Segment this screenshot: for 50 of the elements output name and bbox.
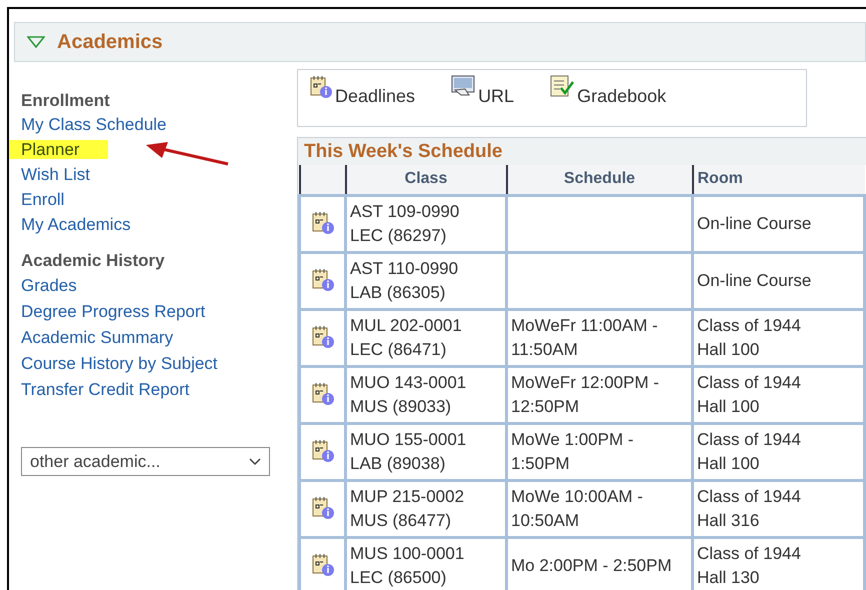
sidebar-link[interactable]: Transfer Credit Report — [21, 380, 190, 399]
sidebar-link[interactable]: Course History by Subject — [21, 354, 218, 373]
table-cell: Class of 1944 Hall 316 — [692, 480, 864, 537]
table-cell: On-line Course — [692, 252, 864, 309]
calendar-info-icon[interactable] — [312, 325, 334, 350]
monitor-icon[interactable] — [451, 75, 476, 97]
table-cell: Class of 1944 Hall 100 — [692, 366, 864, 423]
calendar-info-icon[interactable] — [312, 211, 334, 236]
table-cell: On-line Course — [692, 195, 864, 252]
calendar-info-icon[interactable] — [312, 496, 334, 520]
calendar-info-icon[interactable] — [312, 553, 334, 578]
column-header: Class — [346, 165, 506, 195]
calendar-info-icon[interactable] — [312, 439, 334, 464]
table-cell: MoWeFr 11:00AM - 11:50AM — [506, 309, 692, 366]
sidebar-link[interactable]: My Academics — [21, 215, 131, 234]
sidebar-link[interactable]: Academic Summary — [21, 328, 174, 347]
sidebar-link[interactable]: Planner — [9, 140, 108, 159]
table-cell: Class of 1944 Hall 100 — [692, 309, 864, 366]
table-cell: MUO 143-0001 MUS (89033) — [346, 366, 506, 423]
section-heading: Academic History — [21, 250, 166, 272]
calendar-info-icon[interactable] — [312, 382, 334, 406]
table-cell: AST 110-0990 LAB (86305) — [346, 252, 506, 309]
sidebar-link[interactable]: My Class Schedule — [21, 115, 167, 134]
toolbar-link[interactable]: Gradebook — [550, 75, 666, 110]
table-cell: Class of 1944 Hall 100 — [692, 423, 864, 480]
sidebar-link[interactable]: Degree Progress Report — [21, 302, 206, 321]
toolbar-link[interactable]: URL — [451, 75, 514, 110]
table-cell: MUO 155-0001 LAB (89038) — [346, 423, 506, 480]
toolbar-link[interactable]: Deadlines — [310, 75, 416, 110]
table-cell: MUP 215-0002 MUS (86477) — [346, 480, 506, 537]
panel-header[interactable]: Academics — [14, 22, 866, 62]
table-cell: AST 109-0990 LEC (86297) — [346, 195, 506, 252]
column-header: Schedule — [506, 165, 692, 195]
table-cell: MoWeFr 12:00PM - 12:50PM — [506, 366, 692, 423]
sidebar-link[interactable]: Grades — [21, 276, 77, 295]
table-cell: MoWe 1:00PM - 1:50PM — [506, 423, 692, 480]
section-heading: Enrollment — [21, 90, 111, 112]
collapse-triangle-icon[interactable] — [27, 36, 45, 48]
schedule-title: This Week's Schedule — [298, 138, 866, 165]
column-header: Room — [692, 165, 864, 195]
checklist-icon[interactable] — [550, 75, 574, 97]
calendar-info-icon[interactable] — [310, 75, 332, 99]
sidebar-link[interactable]: Wish List — [21, 165, 90, 184]
other-academic-dropdown[interactable]: other academic... — [21, 447, 270, 476]
sidebar-link[interactable]: Enroll — [21, 190, 64, 209]
table-cell: MUL 202-0001 LEC (86471) — [346, 309, 506, 366]
calendar-info-icon[interactable] — [312, 268, 334, 292]
panel-title: Academics — [57, 30, 163, 55]
table-cell: MoWe 10:00AM - 10:50AM — [506, 480, 692, 537]
chevron-down-icon — [249, 458, 261, 466]
